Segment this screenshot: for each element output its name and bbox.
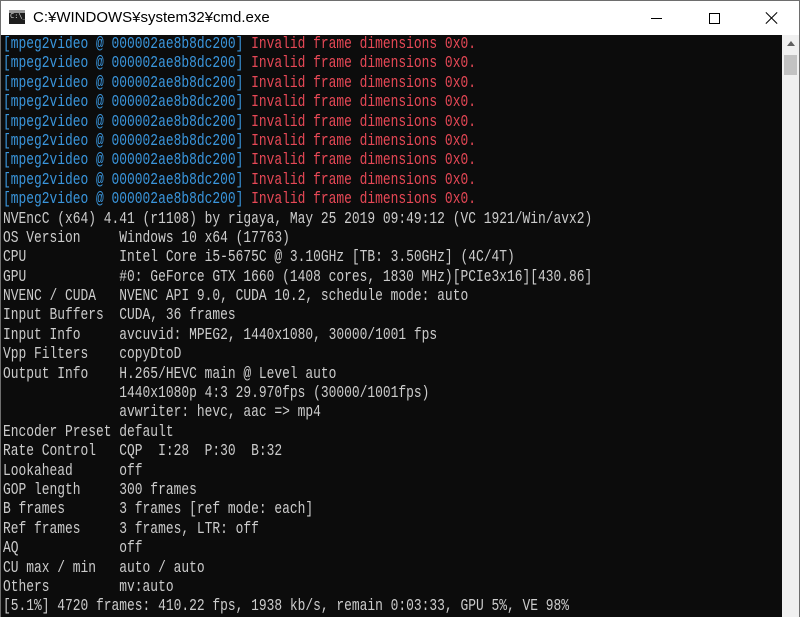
console-line: Input Info avcuvid: MPEG2, 1440x1080, 30… [3,325,438,345]
window-title: C:¥WINDOWS¥system32¥cmd.exe [33,9,270,26]
console-error-line: [mpeg2video @ 000002ae8b8dc200] Invalid … [3,171,778,190]
error-source: [mpeg2video @ 000002ae8b8dc200] [3,131,252,151]
error-source: [mpeg2video @ 000002ae8b8dc200] [3,54,252,74]
console-line: GOP length 300 frames [3,480,197,500]
error-message: Invalid frame dimensions 0x0. [251,151,476,171]
error-source: [mpeg2video @ 000002ae8b8dc200] [3,112,252,132]
error-source: [mpeg2video @ 000002ae8b8dc200] [3,170,252,190]
title-bar[interactable]: C:¥WINDOWS¥system32¥cmd.exe [1,1,799,35]
close-button[interactable] [749,1,795,35]
error-message: Invalid frame dimensions 0x0. [251,131,476,151]
error-source: [mpeg2video @ 000002ae8b8dc200] [3,35,252,54]
console-line: Input Buffers CUDA, 36 frames [3,306,236,326]
console-line: NVENC / CUDA NVENC API 9.0, CUDA 10.2, s… [3,287,469,307]
error-source: [mpeg2video @ 000002ae8b8dc200] [3,73,252,93]
console-line: GPU #0: GeForce GTX 1660 (1408 cores, 18… [3,267,593,287]
console-line: AQ off [3,539,143,559]
console-line: B frames 3 frames [ref mode: each] [3,500,314,520]
console-output[interactable]: [mpeg2video @ 000002ae8b8dc200] Invalid … [1,35,782,617]
console-line: CPU Intel Core i5-5675C @ 3.10GHz [TB: 3… [3,248,515,268]
minimize-button[interactable] [633,1,679,35]
error-source: [mpeg2video @ 000002ae8b8dc200] [3,93,252,113]
console-line: CU max / min auto / auto [3,558,205,578]
console-error-line: [mpeg2video @ 000002ae8b8dc200] Invalid … [3,132,778,151]
cmd-app-icon[interactable] [9,10,27,24]
console-line: NVEncC (x64) 4.41 (r1108) by rigaya, May… [3,209,593,229]
console-error-line: [mpeg2video @ 000002ae8b8dc200] Invalid … [3,35,778,54]
console-line: Rate Control CQP I:28 P:30 B:32 [3,442,283,462]
maximize-button[interactable] [691,1,737,35]
vertical-scrollbar[interactable] [782,35,799,617]
console-error-line: [mpeg2video @ 000002ae8b8dc200] Invalid … [3,151,778,170]
scroll-up-arrow-icon[interactable] [782,35,799,52]
minimize-icon [650,17,662,19]
console-line: Lookahead off [3,461,143,481]
cmd-window: C:¥WINDOWS¥system32¥cmd.exe [mpeg2video … [0,0,800,617]
error-source: [mpeg2video @ 000002ae8b8dc200] [3,151,252,171]
console-line: OS Version Windows 10 x64 (17763) [3,228,290,248]
console-error-line: [mpeg2video @ 000002ae8b8dc200] Invalid … [3,113,778,132]
console-line: Output Info H.265/HEVC main @ Level auto [3,364,337,384]
console-error-line: [mpeg2video @ 000002ae8b8dc200] Invalid … [3,74,778,93]
scrollbar-thumb[interactable] [784,55,797,75]
console-line: Encoder Preset default [3,422,174,442]
console-line: Ref frames 3 frames, LTR: off [3,519,259,539]
error-message: Invalid frame dimensions 0x0. [251,112,476,132]
console-error-line: [mpeg2video @ 000002ae8b8dc200] Invalid … [3,54,778,73]
console-line: Vpp Filters copyDtoD [3,345,182,365]
error-message: Invalid frame dimensions 0x0. [251,190,476,210]
error-source: [mpeg2video @ 000002ae8b8dc200] [3,190,252,210]
console-line: avwriter: hevc, aac => mp4 [3,403,321,423]
console-error-line: [mpeg2video @ 000002ae8b8dc200] Invalid … [3,190,778,209]
error-message: Invalid frame dimensions 0x0. [251,93,476,113]
error-message: Invalid frame dimensions 0x0. [251,54,476,74]
console-line: [5.1%] 4720 frames: 410.22 fps, 1938 kb/… [3,597,569,617]
console-line: 1440x1080p 4:3 29.970fps (30000/1001fps) [3,384,430,404]
maximize-icon [708,12,720,24]
error-message: Invalid frame dimensions 0x0. [251,73,476,93]
console-error-line: [mpeg2video @ 000002ae8b8dc200] Invalid … [3,93,778,112]
error-message: Invalid frame dimensions 0x0. [251,170,476,190]
console-line: Others mv:auto [3,577,174,597]
error-message: Invalid frame dimensions 0x0. [251,35,476,54]
close-icon [765,11,779,25]
